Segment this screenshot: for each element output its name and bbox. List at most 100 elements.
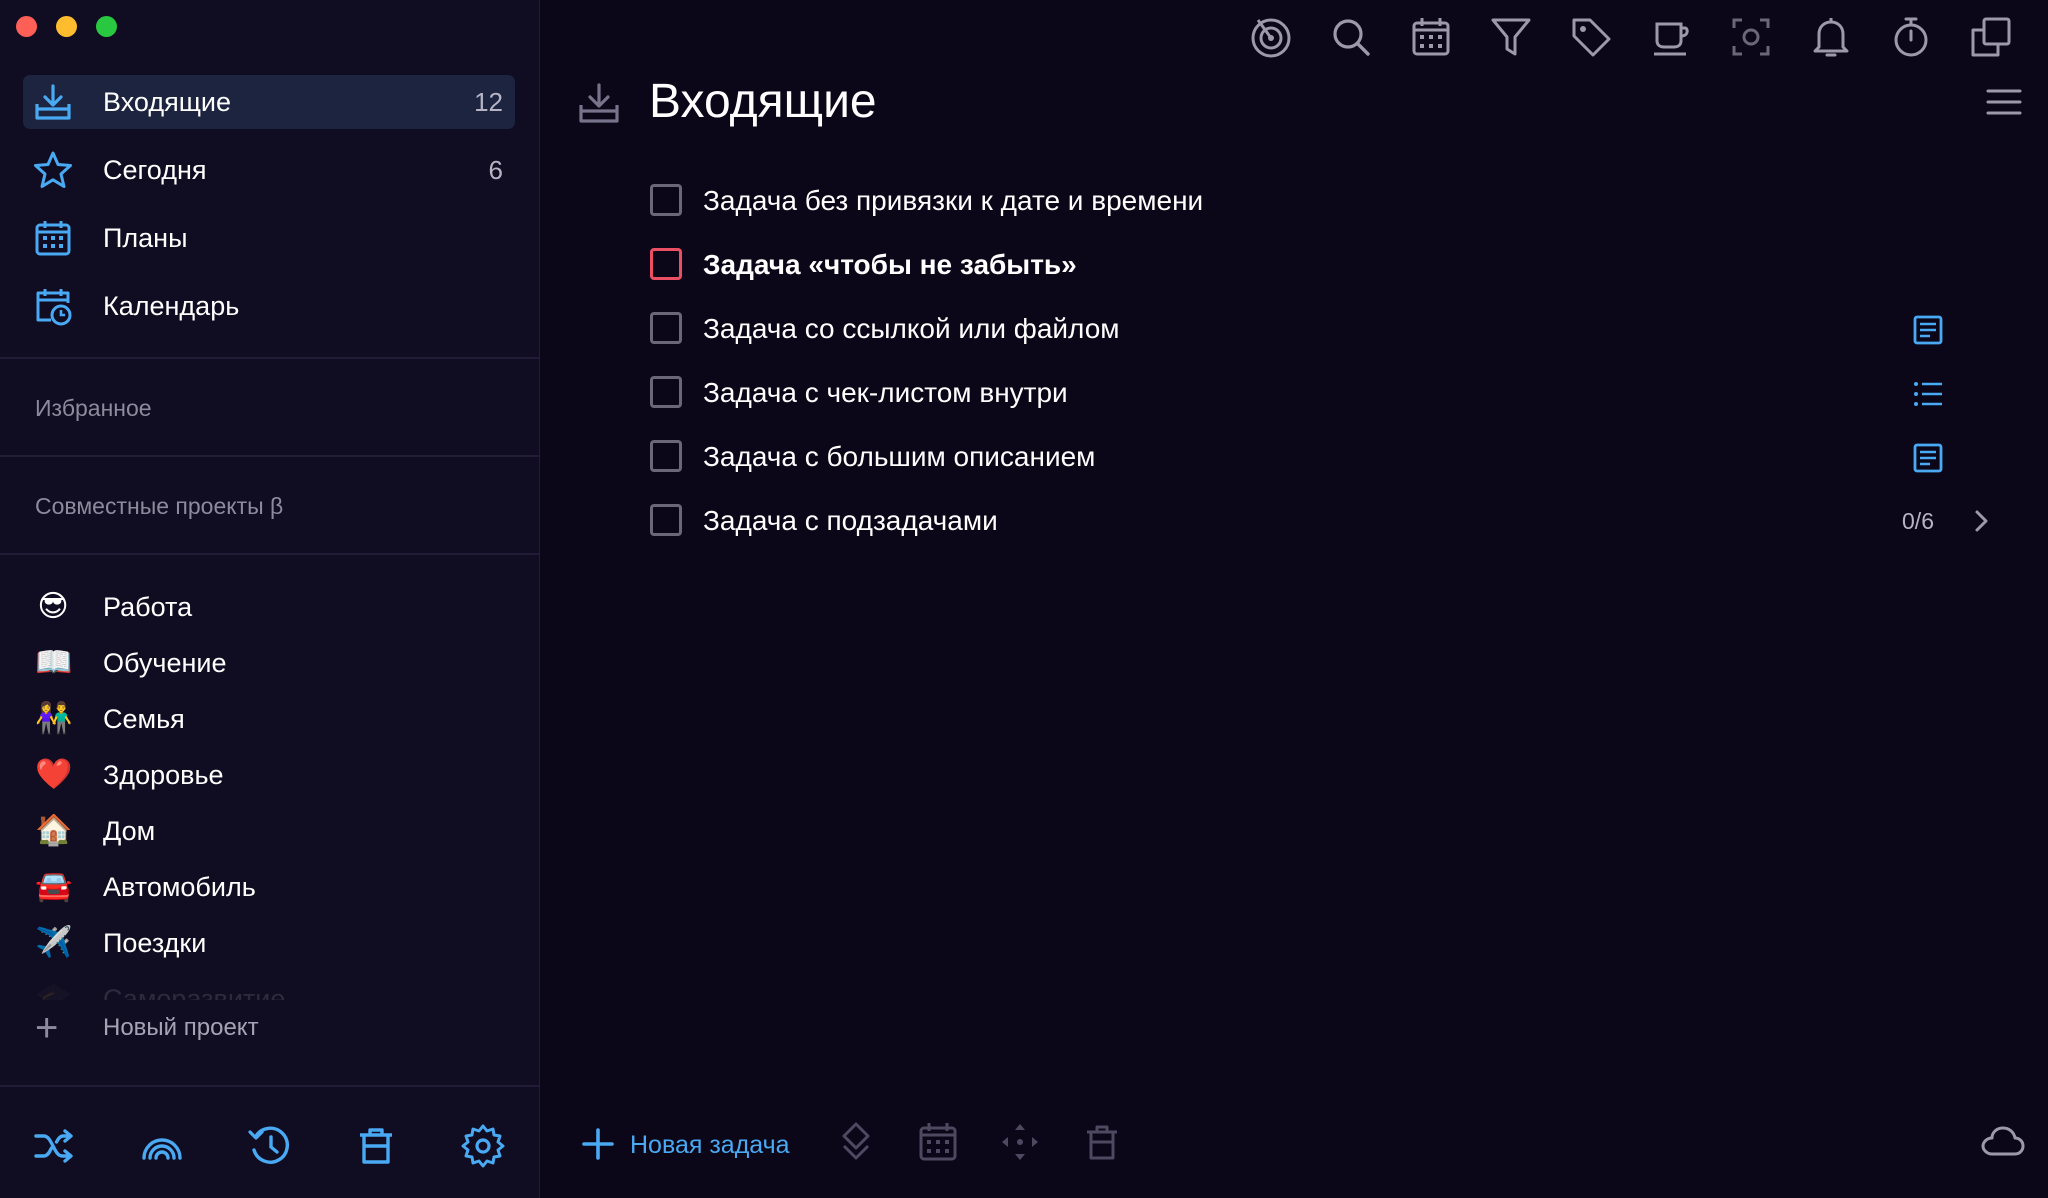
task-title: Задача с большим описанием [703,441,1096,472]
divider [0,455,539,457]
project-item[interactable]: 😎 Работа [23,580,515,634]
task-title: Задача с подзадачами [703,505,998,536]
project-label: Здоровье [103,760,224,790]
sidebar-item-inbox[interactable]: Входящие 12 [23,75,515,129]
project-label: Работа [103,592,193,622]
sidebar: Входящие 12 Сегодня 6 Планы Календарь Из… [0,0,540,1198]
task-row[interactable]: Задача с подзадачами 0/6 [650,494,2030,548]
project-label: Семья [103,704,185,734]
page-title: Входящие [649,75,877,128]
shared-projects-section-title[interactable]: Совместные проекты β [35,493,283,520]
rainbow-icon[interactable] [138,1122,186,1170]
bell-icon[interactable] [1808,14,1854,60]
sidebar-item-today[interactable]: Сегодня 6 [23,143,515,197]
window-close-button[interactable] [16,16,37,37]
family-emoji-icon: 👫 [35,702,73,735]
chevron-right-icon[interactable] [1966,506,1996,536]
trash-icon[interactable] [352,1122,400,1170]
house-emoji-icon: 🏠 [35,814,73,847]
task-checkbox[interactable] [650,440,682,472]
graduation-cap-emoji-icon: 🎓 [35,982,73,1000]
note-icon [1913,315,1943,345]
task-checkbox[interactable] [650,184,682,216]
checklist-icon [1914,382,1942,406]
project-item[interactable]: ❤️ Здоровье [23,748,515,802]
divider [0,553,539,555]
subtask-progress: 0/6 [1902,508,1934,534]
sidebar-item-label: Календарь [103,291,240,321]
project-label: Поездки [103,928,207,958]
project-label: Дом [103,816,156,846]
delete-icon[interactable] [1080,1120,1124,1164]
task-title: Задача со ссылкой или файлом [703,313,1120,344]
star-icon [34,151,72,188]
plus-icon [582,1128,614,1160]
task-checkbox-priority[interactable] [650,248,682,280]
main-panel: Входящие Задача без привязки к дате и вр… [540,0,2048,1198]
sidebar-bottom-toolbar [0,1086,539,1198]
cloud-icon[interactable] [1980,1122,2026,1162]
heart-emoji-icon: ❤️ [35,758,73,791]
calendar-clock-icon [36,289,72,326]
task-checkbox[interactable] [650,312,682,344]
screenshot-icon[interactable] [1728,14,1774,60]
sidebar-item-count: 12 [474,87,503,117]
copy-icon[interactable] [1968,14,2014,60]
focus-icon[interactable] [1248,14,1294,60]
stopwatch-icon[interactable] [1888,14,1934,60]
task-row[interactable]: Задача без привязки к дате и времени [650,174,2030,228]
shuffle-icon[interactable] [30,1122,78,1170]
project-item[interactable]: 🚘 Автомобиль [23,860,515,914]
window-zoom-button[interactable] [96,16,117,37]
note-icon [1913,443,1943,473]
project-label: Автомобиль [103,872,256,902]
task-row[interactable]: Задача «чтобы не забыть» [650,238,2030,292]
plus-icon: + [35,1006,59,1050]
task-row[interactable]: Задача с большим описанием [650,430,2030,484]
task-row[interactable]: Задача со ссылкой или файлом [650,302,2030,356]
sidebar-item-label: Сегодня [103,155,207,185]
new-project-button[interactable]: + Новый проект [23,1001,423,1055]
inbox-header-icon [579,83,619,123]
project-item[interactable]: ✈️ Поездки [23,916,515,970]
airplane-emoji-icon: ✈️ [35,926,73,959]
filter-icon[interactable] [1488,14,1534,60]
task-title: Задача «чтобы не забыть» [703,249,1077,280]
history-icon[interactable] [246,1122,294,1170]
project-item[interactable]: 👫 Семья [23,692,515,746]
move-icon[interactable] [998,1120,1042,1164]
sidebar-item-count: 6 [488,155,503,185]
coffee-icon[interactable] [1648,14,1694,60]
tag-icon[interactable] [1568,14,1614,60]
menu-icon[interactable] [1984,82,2024,122]
sunglasses-emoji-icon: 😎 [37,590,69,623]
divider [0,357,539,359]
sidebar-item-label: Планы [103,223,188,253]
project-item[interactable]: 🏠 Дом [23,804,515,858]
task-checkbox[interactable] [650,376,682,408]
project-item[interactable]: 📖 Обучение [23,636,515,690]
task-row[interactable]: Задача с чек-листом внутри [650,366,2030,420]
project-item[interactable]: 🎓 Саморазвитие [23,972,515,1000]
task-title: Задача без привязки к дате и времени [703,185,1204,216]
priority-icon[interactable] [834,1120,878,1164]
project-list: 😎 Работа 📖 Обучение 👫 Семья ❤️ Здоровье … [0,580,539,1000]
search-icon[interactable] [1328,14,1374,60]
sidebar-item-plans[interactable]: Планы [23,211,515,265]
date-icon[interactable] [916,1120,960,1164]
project-label: Саморазвитие [103,984,286,1000]
book-emoji-icon: 📖 [35,646,73,679]
window-minimize-button[interactable] [56,16,77,37]
bottom-toolbar: Новая задача [540,1110,2048,1180]
settings-icon[interactable] [459,1122,507,1170]
car-emoji-icon: 🚘 [35,870,73,903]
sidebar-item-label: Входящие [103,87,232,117]
calendar-icon[interactable] [1408,14,1454,60]
favorites-section-title[interactable]: Избранное [35,395,152,422]
calendar-grid-icon [35,221,71,256]
new-task-label: Новая задача [630,1131,790,1159]
inbox-icon [35,84,71,120]
task-title: Задача с чек-листом внутри [703,377,1068,408]
sidebar-item-calendar[interactable]: Календарь [23,279,515,333]
task-checkbox[interactable] [650,504,682,536]
